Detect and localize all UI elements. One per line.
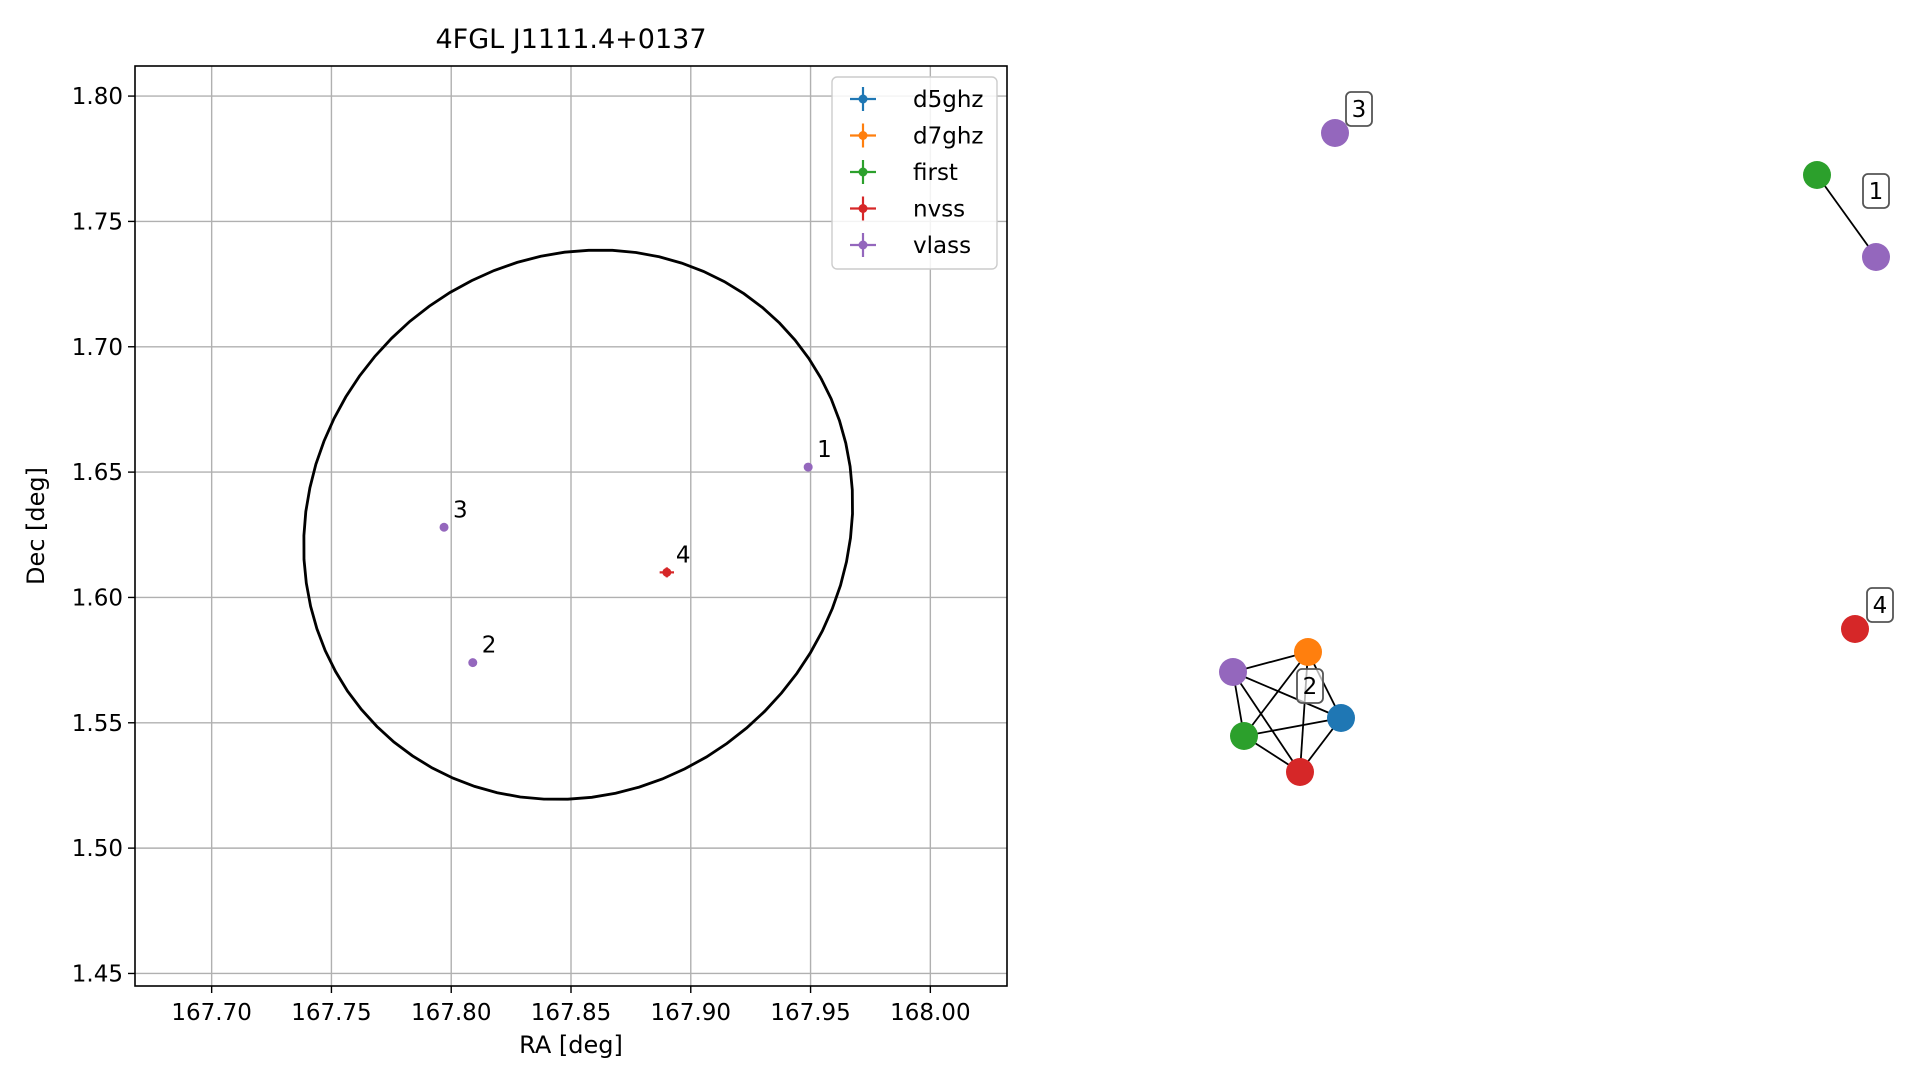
network-node — [1219, 658, 1247, 686]
network-group-labels: 1 2 3 4 — [1296, 91, 1894, 704]
point-marker — [468, 658, 478, 668]
legend-label: vlass — [913, 233, 971, 259]
y-tick-label: 1.50 — [72, 836, 123, 862]
point-label: 4 — [676, 542, 691, 568]
x-tick-label: 167.95 — [770, 1000, 850, 1026]
y-tick-label: 1.55 — [72, 711, 123, 737]
group-label: 3 — [1352, 97, 1367, 123]
x-tick-label: 167.90 — [651, 1000, 731, 1026]
scatter-panel: 1 2 3 4 167.70 167.75 167.80 167.85 167.90 167.9… — [22, 24, 1008, 1059]
point-marker — [439, 522, 449, 532]
chart-title: 4FGL J1111.4+0137 — [435, 24, 706, 55]
x-tick-label: 167.80 — [411, 1000, 491, 1026]
group-label: 2 — [1303, 674, 1318, 700]
network-edges — [1232, 174, 1877, 773]
network-node — [1327, 704, 1355, 732]
network-node — [1230, 722, 1258, 750]
y-tick-label: 1.75 — [72, 209, 123, 235]
point-label: 3 — [453, 497, 468, 523]
legend-label: d7ghz — [913, 124, 983, 150]
legend-label: first — [913, 160, 958, 186]
legend-marker-dot — [858, 240, 868, 250]
x-tick-label: 168.00 — [890, 1000, 970, 1026]
x-tick-label: 167.75 — [291, 1000, 371, 1026]
legend-marker-dot — [858, 167, 868, 177]
network-edge — [1243, 717, 1342, 737]
legend-marker-dot — [858, 204, 868, 213]
group-label: 4 — [1873, 593, 1888, 619]
point-marker — [662, 567, 672, 577]
legend-marker-dot — [858, 131, 868, 140]
legend: d5ghz d7ghz first nvss vlass — [831, 76, 998, 270]
legend-label: nvss — [913, 197, 965, 223]
point-label: 2 — [482, 633, 497, 659]
group-label: 1 — [1869, 179, 1884, 205]
y-tick-label: 1.45 — [72, 961, 123, 987]
legend-marker-dot — [858, 94, 868, 104]
point-label: 1 — [817, 437, 832, 463]
network-node — [1803, 161, 1831, 189]
network-node — [1286, 758, 1314, 786]
network-node — [1294, 638, 1322, 666]
network-node — [1841, 615, 1869, 643]
y-axis-label: Dec [deg] — [22, 467, 50, 585]
y-tick-label: 1.60 — [72, 585, 123, 611]
x-tick-label: 167.85 — [531, 1000, 611, 1026]
network-node — [1862, 243, 1890, 271]
y-tick-label: 1.70 — [72, 335, 123, 361]
x-tick-label: 167.70 — [171, 1000, 251, 1026]
x-axis-label: RA [deg] — [519, 1031, 623, 1059]
legend-label: d5ghz — [913, 87, 983, 113]
network-panel: 1 2 3 4 — [1219, 91, 1894, 786]
y-tick-label: 1.65 — [72, 460, 123, 486]
figure: 1 2 3 4 167.70 167.75 167.80 167.85 167.90 167.9… — [22, 24, 1894, 1059]
network-node — [1321, 119, 1349, 147]
point-marker — [803, 462, 813, 472]
y-tick-label: 1.80 — [72, 84, 123, 110]
